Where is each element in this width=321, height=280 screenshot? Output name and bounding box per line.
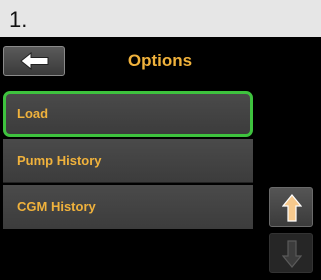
menu-item-cgm-history[interactable]: CGM History [3,185,253,229]
menu-item-label: CGM History [17,199,96,214]
up-arrow-icon [282,194,302,222]
menu-item-label: Load [17,106,49,121]
left-arrow-icon [20,52,49,70]
back-button[interactable] [3,46,65,76]
step-label-strip: 1. [0,0,321,37]
menu-item-label: Pump History [17,153,102,168]
step-number: 1. [9,7,28,32]
scroll-down-button[interactable] [269,233,313,273]
down-arrow-icon [282,240,302,268]
scroll-up-button[interactable] [269,187,313,227]
menu-item-pump-history[interactable]: Pump History [3,139,253,183]
page-title: Options [127,51,193,70]
menu-item-load[interactable]: Load [3,91,253,137]
